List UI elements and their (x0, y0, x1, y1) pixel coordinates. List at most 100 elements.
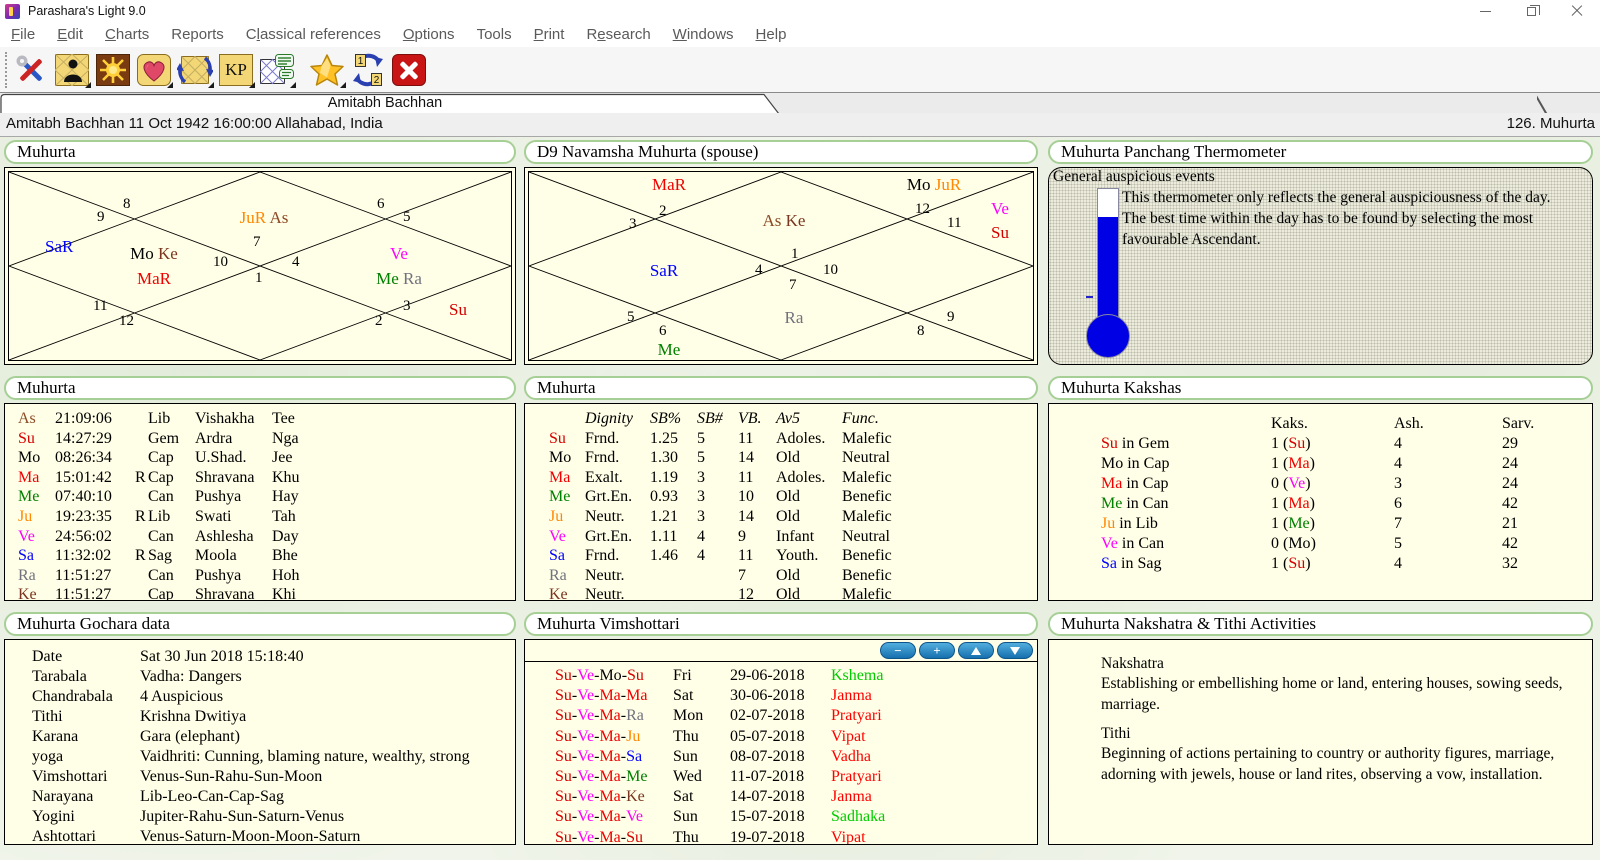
dasha-period-row[interactable]: Su-Ve-Ma-Me Wed 11-07-2018 Pratyari (525, 767, 1037, 787)
dasha-period-row[interactable]: Su-Ve-Ma-Ra Mon 02-07-2018 Pratyari (525, 706, 1037, 726)
retrograde-flag (135, 448, 148, 468)
menu-item[interactable]: Help (745, 26, 798, 43)
menu-item-accesskey: e (597, 26, 605, 43)
gochara-row: Yogini Jupiter-Rahu-Sun-Saturn-Venus (5, 807, 515, 827)
menu-item[interactable]: Tools (466, 26, 523, 43)
dasha-period-row[interactable]: Su-Ve-Ma-Ve Sun 15-07-2018 Sadhaka (525, 807, 1037, 827)
chart-notes-button[interactable] (258, 52, 296, 88)
vb-value: 11 (738, 429, 776, 449)
tools-button[interactable] (12, 52, 50, 88)
chart-planet-group: Mo Ke (104, 244, 204, 264)
app-icon (5, 4, 20, 19)
toolbar-grip[interactable] (5, 52, 8, 88)
weekday: Sun (673, 807, 730, 827)
gochara-value: Gara (elephant) (140, 727, 515, 747)
dasha-chain: Su-Ve-Ma-Me (555, 767, 673, 787)
period-date: 14-07-2018 (730, 787, 831, 807)
sb-percent: 1.25 (650, 429, 697, 449)
retrograde-flag (135, 429, 148, 449)
planet-nakshatra: Swati (195, 507, 272, 527)
sun-chart-button[interactable] (94, 52, 132, 88)
dasha-chain: Su-Ve-Ma-Ju (555, 727, 673, 747)
sign-number: 7 (789, 277, 797, 294)
panel-muhurta-vimshottari: Muhurta Vimshottari − + Su-V (524, 612, 1038, 845)
sarvashtaka-value: 29 (1502, 434, 1592, 454)
kaksha-value: 1 (Ma) (1271, 494, 1394, 514)
planet-abbr: Su (549, 429, 585, 449)
menu-item[interactable]: Charts (94, 26, 160, 43)
planet-syllable: Bhe (272, 546, 515, 566)
dasha-period-row[interactable]: Su-Ve-Mo-Su Fri 29-06-2018 Kshema (525, 666, 1037, 686)
workspace: Muhurta 8 9 6 5 7 10 (0, 137, 1600, 860)
menu-item-accesskey: C (105, 26, 116, 43)
swap-charts-button[interactable]: 1 2 (349, 52, 387, 88)
scroll-up-button[interactable] (958, 642, 994, 659)
menu-item[interactable]: File (0, 26, 46, 43)
menu-item[interactable]: Reports (160, 26, 235, 43)
collapse-level-button[interactable]: − (880, 642, 916, 659)
planet-syllable: Hoh (272, 566, 515, 586)
chart-lines (9, 172, 511, 360)
menu-item[interactable]: Options (392, 26, 466, 43)
sb-percent: 1.21 (650, 507, 697, 527)
relationship-chart-button[interactable] (135, 52, 173, 88)
ashtakavarga-value: 6 (1394, 494, 1502, 514)
planet-in-sign: Su in Gem (1101, 434, 1271, 454)
functional-nature: Benefic (842, 487, 1037, 507)
dignity-value: Neutr. (585, 507, 650, 527)
gochara-row: yoga Vaidhriti: Cunning, blaming nature,… (5, 747, 515, 767)
dasha-period-row[interactable]: Su-Ve-Ma-Sa Sun 08-07-2018 Vadha (525, 747, 1037, 767)
period-date: 30-06-2018 (730, 686, 831, 706)
dasha-chain: Su-Ve-Ma-Ma (555, 686, 673, 706)
functional-nature: Malefic (842, 468, 1037, 488)
sign-number: 8 (917, 323, 925, 340)
menu-item[interactable]: Research (575, 26, 661, 43)
dropdown-arrow-icon (208, 82, 214, 88)
panel-title: Muhurta Nakshatra & Tithi Activities (1048, 612, 1593, 636)
north-indian-chart[interactable]: 8 9 6 5 7 10 4 1 11 12 3 2 SaR JuR As Mo… (4, 167, 516, 365)
planet-nakshatra: U.Shad. (195, 448, 272, 468)
restore-button[interactable] (1508, 0, 1554, 22)
close-chart-button[interactable] (390, 52, 428, 88)
favorites-button[interactable] (308, 52, 346, 88)
chart-lines (529, 172, 1033, 360)
planet-nakshatra: Pushya (195, 487, 272, 507)
dasha-period-row[interactable]: Su-Ve-Ma-Ke Sat 14-07-2018 Janma (525, 787, 1037, 807)
minimize-button[interactable] (1462, 0, 1508, 22)
period-date: 11-07-2018 (730, 767, 831, 787)
scroll-down-button[interactable] (997, 642, 1033, 659)
chart-planet-group: Me Ra (349, 269, 449, 289)
dignity-row: Ve Grt.En. 1.11 4 9 Infant Neutral (525, 527, 1037, 547)
sb-percent: 1.30 (650, 448, 697, 468)
planet-in-sign: Sa in Sag (1101, 554, 1271, 574)
dasha-period-row[interactable]: Su-Ve-Ma-Ju Thu 05-07-2018 Vipat (525, 727, 1037, 747)
kaksha-row: Me in Can 1 (Ma) 6 42 (1049, 494, 1592, 514)
col-header: Func. (842, 409, 1037, 429)
expand-level-button[interactable]: + (919, 642, 955, 659)
vb-value: 11 (738, 546, 776, 566)
ashtakavarga-value: 7 (1394, 514, 1502, 534)
kakshas-header-row: Kaks. Ash. Sarv. (1049, 404, 1592, 434)
north-indian-chart[interactable]: 2 3 12 11 1 4 10 7 5 6 9 8 MaR As Ke Mo … (524, 167, 1038, 365)
gochara-key: Vimshottari (32, 767, 140, 787)
avastha-value: Youth. (776, 546, 842, 566)
planet-abbr: Sa (549, 546, 585, 566)
birth-chart-button[interactable] (53, 52, 91, 88)
tab-amitabh-bachhan[interactable]: Amitabh Bachhan (0, 93, 782, 114)
menu-item[interactable]: Classical references (235, 26, 392, 43)
menu-item[interactable]: Edit (46, 26, 94, 43)
dasha-period-row[interactable]: Su-Ve-Ma-Ma Sat 30-06-2018 Janma (525, 686, 1037, 706)
menu-item[interactable]: Print (523, 26, 576, 43)
kp-system-button[interactable]: KP (217, 52, 255, 88)
up-arrow-icon (971, 647, 981, 655)
dignity-value: Grt.En. (585, 527, 650, 547)
rotate-chart-button[interactable] (176, 52, 214, 88)
toolbar: KP (0, 47, 1600, 92)
dasha-period-row[interactable]: Su-Ve-Ma-Su Thu 19-07-2018 Vipat (525, 828, 1037, 845)
planet-abbr: Mo (549, 448, 585, 468)
chart-planet-group: Mo JuR (874, 175, 994, 195)
menu-item[interactable]: Windows (662, 26, 745, 43)
retrograde-flag (135, 527, 148, 547)
gochara-key: Ashtottari (32, 827, 140, 845)
close-button[interactable] (1554, 0, 1600, 22)
